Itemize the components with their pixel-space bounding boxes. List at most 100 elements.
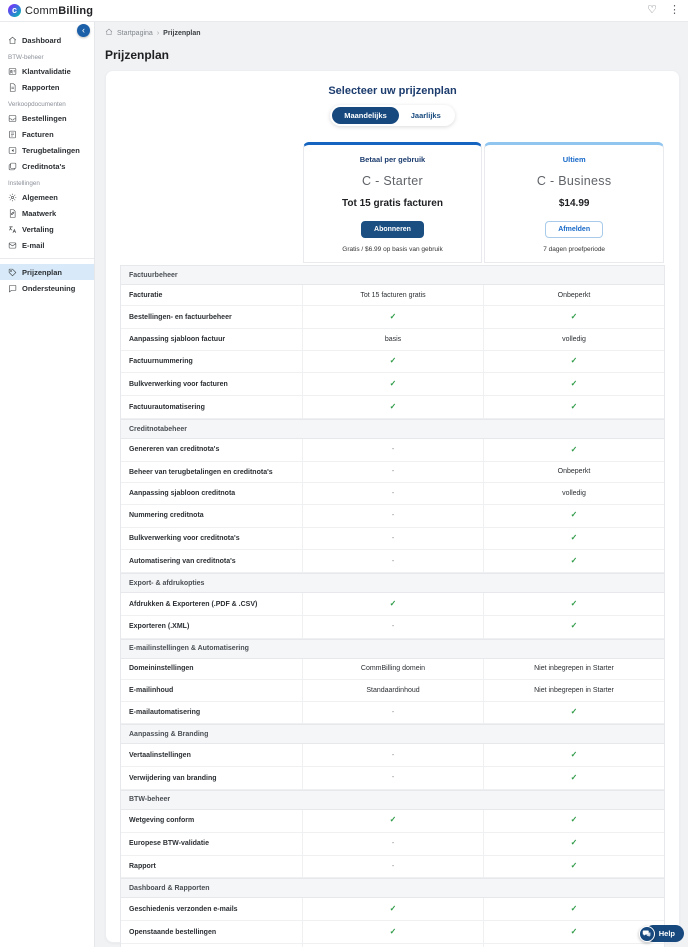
dash-value: - <box>391 751 395 759</box>
feature-name: Automatisering van creditnota's <box>129 557 236 565</box>
starter-value: - <box>302 461 483 483</box>
business-value: ✓ <box>483 373 664 396</box>
feature-name: E-mailautomatisering <box>129 708 201 716</box>
sidebar-item-bestellingen[interactable]: Bestellingen <box>0 110 94 126</box>
sidebar-item-algemeen[interactable]: Algemeen <box>0 189 94 205</box>
sidebar-item-e-mail[interactable]: E-mail <box>0 237 94 253</box>
check-icon: ✓ <box>570 533 578 543</box>
business-value: Niet inbegrepen in Starter <box>483 658 664 680</box>
table-row: Verwijdering van branding - ✓ <box>121 767 664 790</box>
plan-name: C - Business <box>536 174 612 188</box>
plan-card-business: Ultiem C - Business $14.99 Afmelden 7 da… <box>484 142 664 263</box>
dash-value: - <box>391 862 395 870</box>
table-row: E-mailautomatisering - ✓ <box>121 701 664 725</box>
subscribe-button[interactable]: Abonneren <box>361 221 424 238</box>
sidebar-item-facturen[interactable]: Facturen <box>0 126 94 142</box>
plan-tagline: Betaal per gebruik <box>359 155 426 164</box>
breadcrumb-home[interactable]: Startpagina <box>117 30 153 37</box>
business-value: volledig <box>483 483 664 504</box>
table-row: Domeininstellingen CommBilling domein Niet… <box>121 658 664 681</box>
kebab-menu-icon[interactable]: ⋮ <box>669 5 680 16</box>
feature-name: Domeininstellingen <box>129 665 194 673</box>
gear-icon <box>8 193 17 202</box>
selector-title: Selecteer uw prijzenplan <box>328 85 457 97</box>
custom-doc-icon <box>8 208 17 218</box>
business-value: ✓ <box>483 550 664 573</box>
dash-value: - <box>391 708 395 716</box>
business-value: ✓ <box>483 527 664 550</box>
starter-value: ✓ <box>302 306 483 329</box>
check-icon: ✓ <box>389 903 397 913</box>
starter-value: basis <box>302 329 483 350</box>
sidebar-item-label: Prijzenplan <box>22 267 63 277</box>
starter-value: - <box>302 701 483 724</box>
favorite-icon[interactable]: ♡ <box>647 5 657 16</box>
help-button[interactable]: Help <box>638 925 684 942</box>
sidebar-item-maatwerk[interactable]: Maatwerk <box>0 205 94 221</box>
unsubscribe-button[interactable]: Afmelden <box>545 221 604 238</box>
check-icon: ✓ <box>570 311 578 321</box>
sidebar-item-klantvalidatie[interactable]: Klantvalidatie <box>0 63 94 79</box>
check-icon: ✓ <box>389 401 397 411</box>
sidebar-item-label: Rapporten <box>22 82 60 92</box>
sidebar-nav: Dashboard BTW-beheer Klantvalidatie Rapport… <box>0 32 94 296</box>
toggle-monthly[interactable]: Maandelijks <box>332 107 399 124</box>
business-value: ✓ <box>483 701 664 724</box>
business-value: volledig <box>483 329 664 350</box>
business-value: Onbeperkt <box>483 285 664 306</box>
feature-name: Bulkverwerking voor facturen <box>129 380 228 388</box>
breadcrumb: Startpagina › Prijzenplan <box>105 28 680 38</box>
sidebar-item-creditnota-s[interactable]: Creditnota's <box>0 158 94 174</box>
table-row: Bulkverwerking voor facturen ✓ ✓ <box>121 373 664 397</box>
check-icon: ✓ <box>570 356 578 366</box>
starter-value: - <box>302 439 483 461</box>
dash-value: - <box>391 839 395 847</box>
home-icon <box>105 28 113 38</box>
check-icon: ✓ <box>389 926 397 936</box>
sidebar-item-label: Algemeen <box>22 192 58 202</box>
table-section-header: Factuurbeheer <box>121 265 664 285</box>
toggle-yearly[interactable]: Jaarlijks <box>398 107 453 124</box>
sidebar-item-label: Klantvalidatie <box>22 66 71 76</box>
sidebar-item-ondersteuning[interactable]: Ondersteuning <box>0 280 94 296</box>
table-section-header: Dashboard & Rapporten <box>121 878 664 899</box>
table-row: Nummering creditnota - ✓ <box>121 504 664 528</box>
dash-value: - <box>391 468 395 476</box>
check-icon: ✓ <box>570 555 578 565</box>
page-title: Prijzenplan <box>105 48 170 62</box>
business-value: ✓ <box>483 921 664 943</box>
check-icon: ✓ <box>389 378 397 388</box>
plan-note: Gratis / $6.99 op basis van gebruik <box>342 246 443 253</box>
sidebar-section-label: Instellingen <box>8 180 40 187</box>
sidebar-item-label: Creditnota's <box>22 161 66 171</box>
check-icon: ✓ <box>570 903 578 913</box>
business-value: Niet inbegrepen in Starter <box>483 680 664 701</box>
starter-value: ✓ <box>302 593 483 615</box>
table-row: Exporteren (.XML) - ✓ <box>121 615 664 639</box>
starter-value: Standaardinhoud <box>302 680 483 701</box>
plan-name: C - Starter <box>362 174 423 188</box>
badge-icon <box>8 67 17 76</box>
sidebar-item-vertaling[interactable]: Vertaling <box>0 221 94 237</box>
check-icon: ✓ <box>570 707 578 717</box>
sidebar-item-label: E-mail <box>22 240 45 250</box>
sidebar-item-terugbetalingen[interactable]: Terugbetalingen <box>0 142 94 158</box>
invoice-icon <box>8 130 17 139</box>
check-icon: ✓ <box>570 510 578 520</box>
check-icon: ✓ <box>570 378 578 388</box>
feature-name: Vertaalinstellingen <box>129 751 191 759</box>
sidebar-item-label: Facturen <box>22 129 54 139</box>
check-icon: ✓ <box>570 772 578 782</box>
feature-name: E-mailinhoud <box>129 686 174 694</box>
table-row: Bulkverwerking voor creditnota's - ✓ <box>121 527 664 551</box>
dash-value: - <box>391 557 395 565</box>
layers-icon <box>8 162 17 171</box>
sidebar-item-prijzenplan[interactable]: Prijzenplan <box>0 264 94 280</box>
table-row: Beheer van terugbetalingen en creditnota… <box>121 461 664 484</box>
app-logo: c CommBilling <box>8 4 93 17</box>
sidebar-section-label: Verkoopdocumenten <box>8 101 66 108</box>
sidebar-collapse-button[interactable]: ‹ <box>77 24 90 37</box>
business-value: ✓ <box>483 504 664 527</box>
sidebar-item-rapporten[interactable]: Rapporten <box>0 79 94 95</box>
check-icon: ✓ <box>389 356 397 366</box>
